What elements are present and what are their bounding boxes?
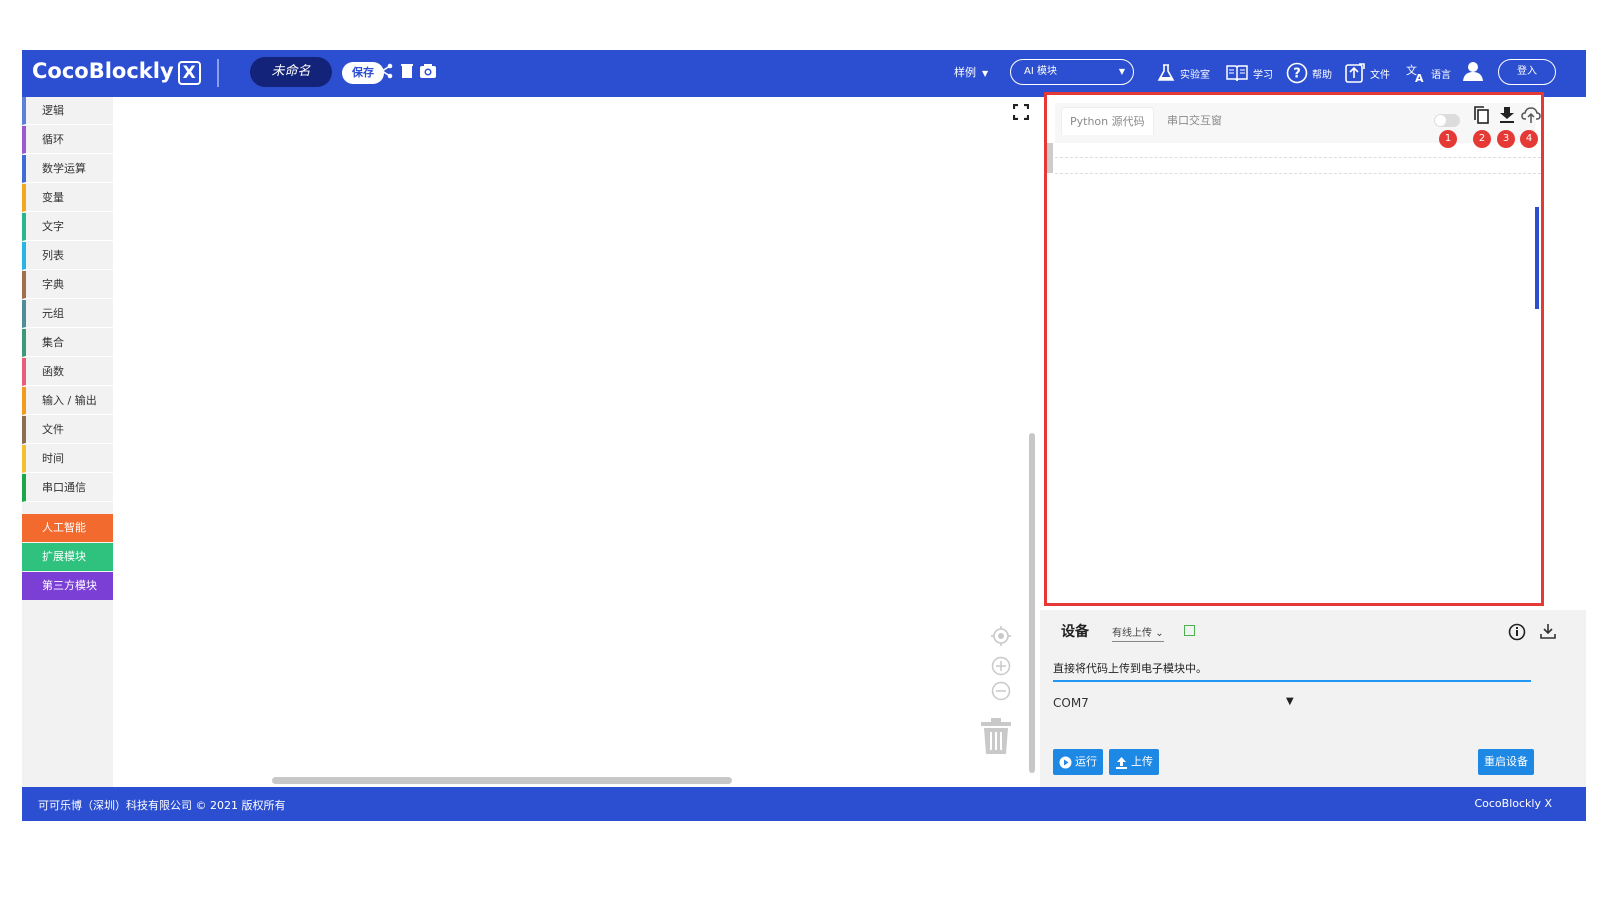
upload-mode-checkbox[interactable] [1184,625,1195,636]
category-time[interactable]: 时间 [22,445,113,473]
upload-mode-select[interactable]: 有线上传 ⌄ [1112,624,1164,642]
upload-label: 上传 [1131,755,1153,768]
nav-help-label: 帮助 [1312,69,1332,81]
app-logo[interactable]: CocoBlockly X [32,59,201,85]
nav-learn[interactable]: 学习 [1225,60,1273,86]
logo-badge: X [177,61,201,85]
file-upload-icon [1345,63,1365,83]
book-icon [1226,65,1248,82]
upload-button[interactable]: 上传 [1109,749,1159,775]
category-ai[interactable]: 人工智能 [22,514,113,542]
tab-serial-console[interactable]: 串口交互窗 [1159,107,1230,135]
fullscreen-icon[interactable] [1012,103,1030,124]
svg-text:A: A [1415,72,1424,83]
nav-lab-label: 实验室 [1180,69,1210,81]
chevron-down-icon: ▼ [1118,67,1125,76]
footer-brand: CocoBlockly X [1474,797,1552,810]
copy-icon[interactable] [1473,106,1489,128]
category-loops[interactable]: 循环 [22,126,113,154]
footer-copyright: 可可乐博（深圳）科技有限公司 © 2021 版权所有 [38,799,286,812]
upload-icon [1116,756,1127,769]
run-button[interactable]: 运行 [1053,749,1103,775]
info-icon[interactable] [1508,623,1526,645]
code-gutter [1047,143,1053,173]
ai-module-label: AI 模块 [1024,66,1057,77]
block-category-sidebar: 逻辑 循环 数学运算 变量 文字 列表 字典 元组 集合 函数 输入 / 输出 … [22,97,113,787]
code-panel: Python 源代码 串口交互窗 1 2 3 4 [1044,92,1544,606]
annotation-badge-3: 3 [1497,130,1515,148]
help-icon: ? [1286,62,1308,84]
top-navbar: CocoBlockly X 未命名 保存 样例 ▼ AI 模块 ▼ 实验室 学习 ? [22,50,1586,97]
ai-module-select[interactable]: AI 模块 ▼ [1010,59,1134,85]
category-third-party[interactable]: 第三方模块 [22,572,113,600]
blockly-workspace[interactable] [113,97,1038,787]
sample-dropdown[interactable]: 样例 ▼ [954,64,988,80]
tab-python-source[interactable]: Python 源代码 [1061,107,1154,135]
login-button[interactable]: 登入 [1498,59,1556,85]
category-serial[interactable]: 串口通信 [22,474,113,502]
category-variables[interactable]: 变量 [22,184,113,212]
user-icon[interactable] [1462,60,1484,84]
nav-file[interactable]: 文件 [1344,60,1390,86]
nav-language[interactable]: 文A 语言 [1405,60,1451,86]
code-scrollbar[interactable] [1535,207,1539,309]
zoom-out-icon[interactable] [991,681,1011,705]
category-dict[interactable]: 字典 [22,271,113,299]
category-set[interactable]: 集合 [22,329,113,357]
code-line-divider [1055,157,1541,158]
topbar-divider [217,59,219,87]
workspace-vertical-scrollbar[interactable] [1029,433,1035,773]
nav-language-label: 语言 [1431,69,1451,81]
trash-icon[interactable] [401,63,419,81]
download-icon[interactable] [1499,106,1515,128]
port-caret-icon[interactable]: ▼ [1286,696,1294,707]
workspace-horizontal-scrollbar[interactable] [272,777,732,784]
svg-text:?: ? [1293,67,1301,82]
download-firmware-icon[interactable] [1540,622,1556,644]
category-extensions[interactable]: 扩展模块 [22,543,113,571]
upload-mode-label: 有线上传 [1112,628,1152,639]
category-tuple[interactable]: 元组 [22,300,113,328]
device-panel: 设备 有线上传 ⌄ 直接将代码上传到电子模块中。 COM7 ▼ 运行 上传 重启… [1040,610,1586,787]
recenter-icon[interactable] [990,625,1012,651]
category-logic[interactable]: 逻辑 [22,97,113,125]
chevron-down-icon: ▼ [982,69,989,78]
code-line-divider [1055,173,1541,174]
annotation-badge-2: 2 [1473,130,1491,148]
category-lists[interactable]: 列表 [22,242,113,270]
code-edit-toggle[interactable] [1434,114,1460,127]
device-description: 直接将代码上传到电子模块中。 [1053,662,1207,675]
description-underline [1053,680,1531,682]
category-text[interactable]: 文字 [22,213,113,241]
zoom-in-icon[interactable] [991,656,1011,680]
category-io[interactable]: 输入 / 输出 [22,387,113,415]
port-select[interactable]: COM7 [1053,696,1089,710]
annotation-badge-1: 1 [1439,130,1457,148]
category-functions[interactable]: 函数 [22,358,113,386]
nav-file-label: 文件 [1370,69,1390,81]
logo-text: CocoBlockly [32,59,174,83]
sample-label: 样例 [954,66,976,79]
nav-help[interactable]: ? 帮助 [1286,60,1332,86]
footer: 可可乐博（深圳）科技有限公司 © 2021 版权所有 CocoBlockly X [22,787,1586,821]
camera-icon[interactable] [419,63,437,81]
category-math[interactable]: 数学运算 [22,155,113,183]
category-file[interactable]: 文件 [22,416,113,444]
device-title: 设备 [1061,624,1089,640]
workspace-trash-icon[interactable] [980,717,1012,759]
play-icon [1059,756,1072,768]
restart-label: 重启设备 [1484,755,1528,768]
cloud-upload-icon[interactable] [1521,106,1541,128]
annotation-badge-4: 4 [1520,130,1538,148]
nav-learn-label: 学习 [1253,69,1273,81]
restart-device-button[interactable]: 重启设备 [1478,749,1534,775]
chevron-down-icon: ⌄ [1155,628,1164,639]
flask-icon [1157,64,1175,81]
translate-icon: 文A [1406,63,1424,83]
share-icon[interactable] [378,63,396,81]
run-label: 运行 [1075,755,1097,768]
nav-lab[interactable]: 实验室 [1156,60,1210,86]
project-name-field[interactable]: 未命名 [250,57,332,87]
app-window: CocoBlockly X 未命名 保存 样例 ▼ AI 模块 ▼ 实验室 学习 ? [22,50,1586,838]
